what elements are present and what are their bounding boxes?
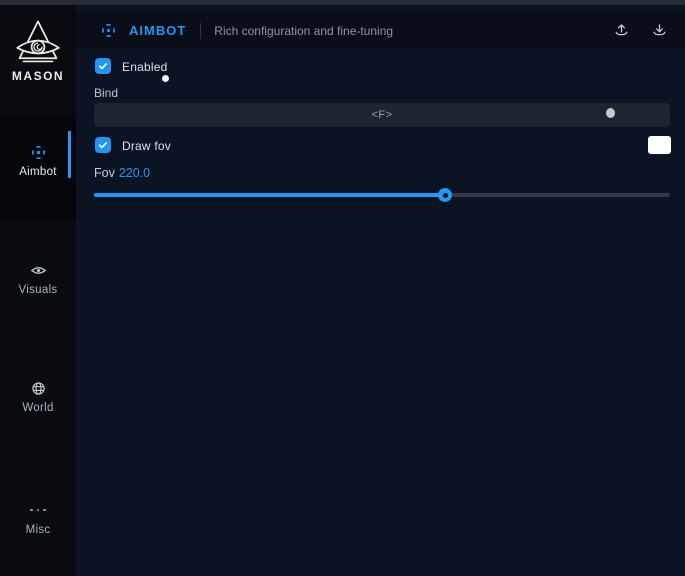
globe-icon — [0, 379, 76, 397]
fov-value: 220.0 — [119, 166, 150, 180]
cursor-dot-white — [162, 75, 169, 82]
main-content: AIMBOT Rich configuration and fine-tunin… — [76, 5, 685, 576]
draw-fov-checkbox[interactable] — [95, 137, 111, 153]
sidebar-item-label: Visuals — [0, 284, 76, 296]
app-logo: MASON — [0, 19, 76, 83]
bind-value: <F> — [371, 109, 392, 121]
page-header: AIMBOT Rich configuration and fine-tunin… — [76, 12, 685, 49]
eye-pyramid-icon — [0, 19, 76, 67]
sidebar-item-label: Misc — [0, 524, 76, 536]
sidebar-item-world[interactable]: World — [0, 379, 76, 414]
header-actions — [611, 21, 669, 41]
enabled-label: Enabled — [122, 60, 167, 74]
sidebar-item-aimbot[interactable]: Aimbot — [0, 143, 76, 178]
bind-label: Bind — [94, 86, 118, 100]
fov-label: Fov — [94, 166, 115, 180]
bind-input[interactable]: <F> — [94, 103, 670, 127]
fov-slider-thumb[interactable] — [438, 188, 452, 202]
app-title: MASON — [0, 69, 76, 83]
fov-slider[interactable] — [94, 188, 670, 202]
sidebar-item-label: World — [0, 402, 76, 414]
header-divider — [200, 23, 201, 39]
download-icon[interactable] — [649, 21, 669, 41]
fov-slider-fill — [94, 193, 445, 197]
cursor-dot-gray — [606, 108, 615, 118]
sidebar-item-visuals[interactable]: Visuals — [0, 261, 76, 296]
ellipsis-icon — [0, 501, 76, 519]
page-title: AIMBOT — [129, 23, 186, 38]
page-subtitle: Rich configuration and fine-tuning — [214, 24, 393, 38]
fov-color-swatch[interactable] — [648, 136, 671, 154]
enabled-checkbox[interactable] — [95, 58, 111, 74]
sidebar-item-label: Aimbot — [0, 166, 76, 178]
eye-icon — [0, 261, 76, 279]
sidebar-item-misc[interactable]: Misc — [0, 501, 76, 536]
crosshair-icon — [100, 22, 117, 39]
upload-icon[interactable] — [611, 21, 631, 41]
crosshair-icon — [0, 143, 76, 161]
mason-window: MASON Aimbot Visuals — [0, 0, 685, 576]
fov-readout: Fov 220.0 — [94, 166, 150, 180]
sidebar: MASON Aimbot Visuals — [0, 5, 76, 576]
draw-fov-label: Draw fov — [122, 139, 171, 153]
